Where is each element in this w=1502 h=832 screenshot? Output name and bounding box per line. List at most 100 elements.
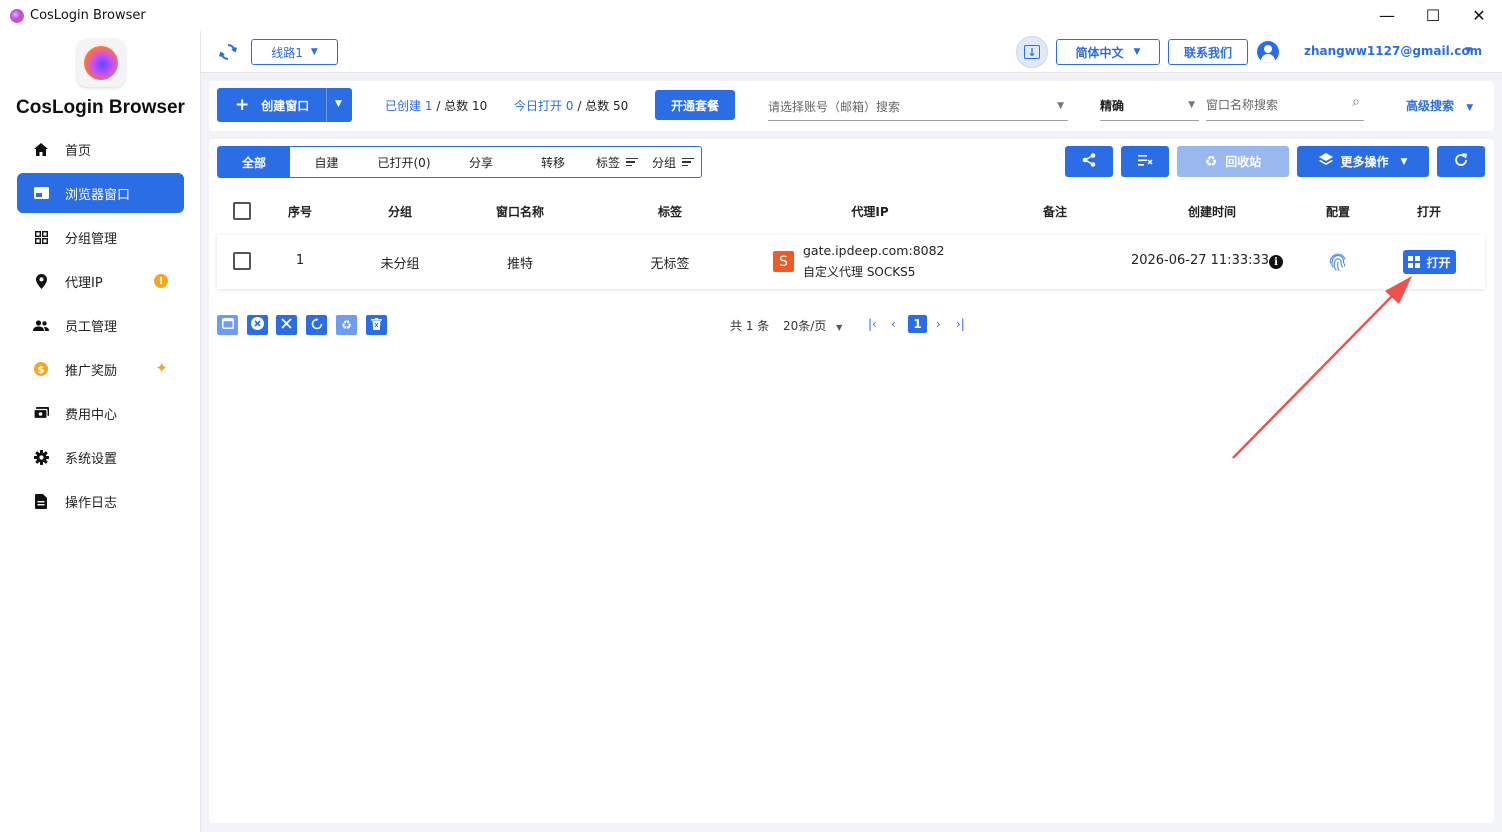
location-pin-icon — [33, 273, 49, 289]
first-page-icon[interactable]: |‹ — [868, 317, 877, 331]
page-size-select[interactable]: 20条/页 ▼ — [783, 317, 842, 334]
fingerprint-icon[interactable] — [1329, 252, 1347, 272]
match-mode-value: 精确 — [1100, 99, 1125, 113]
socks-proxy-icon: S — [773, 251, 794, 272]
account-search-select[interactable]: 请选择账号（邮箱）搜索 ▼ — [768, 93, 1068, 121]
share-button[interactable] — [1065, 146, 1113, 177]
recycle-icon: ♻ — [1204, 153, 1218, 170]
sidebar-item-system-settings[interactable]: 系统设置 — [17, 437, 184, 477]
sidebar-item-proxy-ip[interactable]: 代理IP ! — [17, 261, 184, 301]
tab-groups-label: 分组 — [651, 155, 676, 170]
download-button[interactable]: ↓ — [1016, 36, 1048, 68]
create-window-dropdown-icon[interactable]: ▼ — [335, 99, 342, 109]
row-group: 未分组 — [380, 257, 420, 272]
advanced-search-button[interactable]: 高级搜索 ▼ — [1406, 97, 1473, 114]
table-header: 序号 分组 窗口名称 标签 代理IP 备注 创建时间 配置 打开 — [217, 191, 1485, 231]
sidebar-item-label: 操作日志 — [65, 495, 118, 511]
create-window-button[interactable]: + 创建窗口 ▼ — [217, 88, 352, 122]
minimize-button[interactable]: — — [1364, 0, 1410, 31]
create-window-label: 创建窗口 — [261, 98, 310, 113]
search-icon[interactable]: ⌕ — [1352, 94, 1360, 110]
route-select-value: 线路1 — [271, 45, 303, 60]
last-page-icon[interactable]: ›| — [956, 317, 965, 331]
refresh-list-button[interactable] — [1437, 146, 1485, 177]
filter-tabs: 全部 自建 已打开(0) 分享 转移 标签 分组 — [217, 146, 702, 178]
sidebar-item-label: 首页 — [65, 143, 92, 159]
caret-down-icon: ▼ — [1057, 101, 1064, 111]
user-menu-caret-icon[interactable]: ▼ — [1465, 46, 1472, 56]
window-titlebar: CosLogin Browser — ☐ ✕ — [0, 0, 1502, 31]
page-size-value: 20条/页 — [783, 319, 827, 333]
tab-groups[interactable]: 分组 — [645, 147, 701, 177]
dollar-coin-icon: $ — [33, 361, 49, 377]
bulk-refresh-button[interactable] — [306, 315, 327, 335]
contact-us-button[interactable]: 联系我们 — [1168, 39, 1248, 65]
column-header-config: 配置 — [1325, 204, 1351, 219]
prev-page-icon[interactable]: ‹ — [891, 317, 896, 331]
caret-down-icon: ▼ — [310, 47, 318, 57]
sidebar-item-billing-center[interactable]: 费用中心 — [17, 393, 184, 433]
bulk-recycle-button[interactable]: ♻ — [336, 315, 357, 335]
pagination-total: 共 1 条 — [730, 319, 770, 333]
clear-list-button[interactable] — [1121, 146, 1169, 177]
more-actions-button[interactable]: 更多操作 ▼ — [1297, 146, 1429, 177]
close-icon — [281, 318, 292, 332]
language-select[interactable]: 简体中文 ▼ — [1056, 39, 1160, 65]
select-all-checkbox[interactable] — [233, 202, 251, 220]
recycle-icon: ♻ — [341, 318, 352, 332]
current-page[interactable]: 1 — [908, 315, 927, 333]
tab-all[interactable]: 全部 — [218, 147, 290, 177]
people-icon — [33, 317, 49, 333]
sidebar-item-operation-log[interactable]: 操作日志 — [17, 481, 184, 521]
row-proxy-type: 自定义代理 SOCKS5 — [803, 265, 916, 279]
recycle-bin-button[interactable]: ♻ 回收站 — [1177, 146, 1289, 177]
tab-shared[interactable]: 分享 — [445, 147, 517, 177]
user-email[interactable]: zhangww1127@gmail.com — [1304, 44, 1482, 58]
next-page-icon[interactable]: › — [936, 317, 941, 331]
tab-opened[interactable]: 已打开(0) — [363, 147, 445, 177]
sidebar: CosLogin Browser 首页 浏览器窗口 分组管理 代理IP ! 员工… — [0, 31, 201, 832]
match-mode-select[interactable]: 精确 ▼ — [1100, 93, 1199, 121]
created-count: 1 — [424, 99, 433, 113]
sidebar-nav: 首页 浏览器窗口 分组管理 代理IP ! 员工管理 $ 推广奖励 ✦ 费用中心 … — [17, 129, 184, 525]
refresh-icon — [1454, 153, 1468, 170]
sidebar-item-browser-window[interactable]: 浏览器窗口 — [17, 173, 184, 213]
account-search-placeholder: 请选择账号（邮箱）搜索 — [768, 100, 901, 114]
trash-icon — [371, 317, 382, 333]
opened-stat: 今日打开 0 / 总数 50 — [514, 97, 628, 114]
tab-self-created[interactable]: 自建 — [290, 147, 363, 177]
open-plan-button[interactable]: 开通套餐 — [655, 90, 735, 120]
sidebar-item-group-management[interactable]: 分组管理 — [17, 217, 184, 257]
row-checkbox[interactable] — [233, 252, 251, 270]
bulk-delete-button[interactable] — [276, 315, 297, 335]
bulk-close-button[interactable] — [247, 315, 268, 335]
route-select[interactable]: 线路1 ▼ — [251, 39, 338, 65]
recycle-bin-label: 回收站 — [1225, 155, 1262, 169]
windows-icon — [1408, 256, 1420, 268]
document-icon — [33, 493, 49, 509]
info-icon[interactable]: i — [1269, 255, 1283, 269]
browser-window-icon — [33, 185, 49, 201]
created-total: / 总数 10 — [436, 99, 488, 113]
sidebar-item-staff-management[interactable]: 员工管理 — [17, 305, 184, 345]
sidebar-item-home[interactable]: 首页 — [17, 129, 184, 169]
bulk-open-button[interactable] — [217, 315, 238, 335]
bulk-trash-button[interactable] — [366, 315, 387, 335]
sync-icon[interactable] — [219, 42, 237, 66]
column-header-group: 分组 — [387, 204, 413, 219]
clear-list-icon — [1137, 154, 1153, 169]
caret-down-icon: ▼ — [1133, 47, 1141, 57]
open-window-button[interactable]: 打开 — [1403, 250, 1456, 274]
grid-icon — [33, 229, 49, 245]
sidebar-item-referral-rewards[interactable]: $ 推广奖励 ✦ — [17, 349, 184, 389]
created-stat: 已创建 1 / 总数 10 — [385, 97, 487, 114]
close-window-button[interactable]: ✕ — [1456, 0, 1502, 31]
tab-transferred[interactable]: 转移 — [517, 147, 589, 177]
caret-down-icon: ▼ — [836, 323, 843, 332]
window-name-search-input[interactable]: 窗口名称搜索 ⌕ — [1206, 93, 1364, 121]
brand-name: CosLogin Browser — [16, 97, 185, 118]
home-icon — [33, 141, 49, 157]
tab-tags[interactable]: 标签 — [589, 147, 645, 177]
user-avatar-icon[interactable] — [1257, 41, 1279, 63]
maximize-button[interactable]: ☐ — [1410, 0, 1456, 31]
